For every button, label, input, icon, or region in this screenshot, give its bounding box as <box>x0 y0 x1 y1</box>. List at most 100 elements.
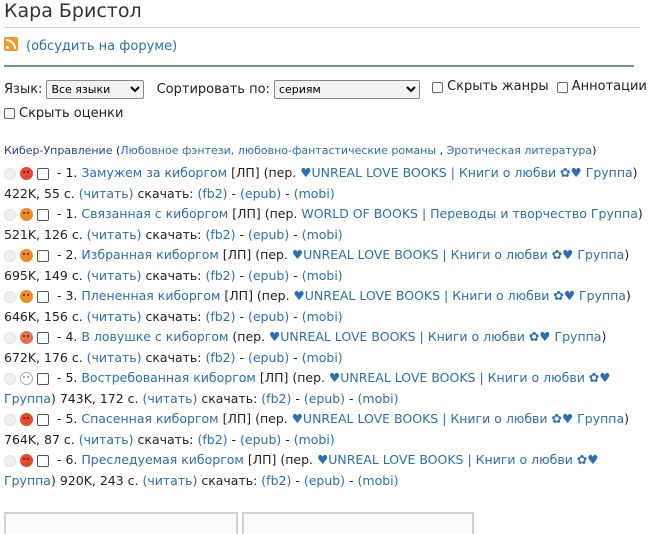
book-select-checkbox[interactable] <box>37 290 49 303</box>
read-link[interactable]: (читать) <box>143 473 198 488</box>
read-link[interactable]: (читать) <box>79 186 134 201</box>
fb2-link[interactable]: (fb2) <box>205 309 235 324</box>
mobi-link[interactable]: (mobi) <box>302 268 343 283</box>
read-link[interactable]: (читать) <box>79 432 134 447</box>
book-select-checkbox[interactable] <box>37 331 49 344</box>
epub-link[interactable]: (epub) <box>240 186 281 201</box>
download-label: скачать: <box>133 185 198 201</box>
bottom-panel-left <box>4 512 238 534</box>
rating-face-icon[interactable] <box>20 331 33 344</box>
mobi-link[interactable]: (mobi) <box>294 432 335 447</box>
language-label: Язык: <box>4 81 43 97</box>
rating-face-icon[interactable] <box>20 208 33 221</box>
language-select[interactable]: Все языки <box>46 80 145 99</box>
epub-link[interactable]: (epub) <box>304 473 345 488</box>
epub-link[interactable]: (epub) <box>248 309 289 324</box>
fb2-link[interactable]: (fb2) <box>261 391 291 406</box>
epub-link[interactable]: (epub) <box>248 268 289 283</box>
format-separator: - <box>289 226 302 242</box>
rating-face-icon[interactable] <box>20 454 33 467</box>
read-link[interactable]: (читать) <box>87 268 142 283</box>
book-select-checkbox[interactable] <box>37 454 49 467</box>
fb2-link[interactable]: (fb2) <box>261 473 291 488</box>
like-icon[interactable] <box>4 290 16 303</box>
mobi-link[interactable]: (mobi) <box>294 186 335 201</box>
epub-link[interactable]: (epub) <box>248 350 289 365</box>
mobi-link[interactable]: (mobi) <box>358 391 399 406</box>
genre-link-erotic[interactable]: Эротическая литература <box>447 144 592 157</box>
book-select-checkbox[interactable] <box>37 413 49 426</box>
rating-face-icon[interactable] <box>20 413 33 426</box>
translator-link[interactable]: WORLD OF BOOKS | Переводы и творчество Г… <box>301 206 638 221</box>
forum-discuss-link[interactable]: (обсудить на форуме) <box>26 39 177 54</box>
book-title-link[interactable]: В ловушке с киборгом <box>81 329 228 344</box>
book-select-checkbox[interactable] <box>37 208 49 221</box>
book-size: 422K, 55 с. <box>4 185 79 201</box>
like-icon[interactable] <box>4 331 16 344</box>
book-title-link[interactable]: Плененная киборгом <box>81 288 220 303</box>
like-icon[interactable] <box>4 208 16 221</box>
series-name-link[interactable]: Кибер-Управление <box>4 144 112 157</box>
book-title-link[interactable]: Спасенная киборгом <box>81 411 218 426</box>
epub-link[interactable]: (epub) <box>248 227 289 242</box>
translator-close: ) <box>624 247 630 262</box>
translator-link[interactable]: ♥UNREAL LOVE BOOKS | Книги о любви ✿♥ Гр… <box>269 329 601 344</box>
rating-face-icon[interactable] <box>20 249 33 262</box>
translator-link[interactable]: ♥UNREAL LOVE BOOKS | Книги о любви ✿♥ Гр… <box>294 288 626 303</box>
book-title-link[interactable]: Востребованная киборгом <box>81 370 256 385</box>
mobi-link[interactable]: (mobi) <box>302 309 343 324</box>
translator-link[interactable]: ♥UNREAL LOVE BOOKS | Книги о любви ✿♥ Гр… <box>300 165 632 180</box>
like-icon[interactable] <box>4 454 16 467</box>
like-icon[interactable] <box>4 167 16 180</box>
like-icon[interactable] <box>4 413 16 426</box>
fb2-link[interactable]: (fb2) <box>198 432 228 447</box>
book-size: 646K, 156 с. <box>4 308 87 324</box>
book-title-link[interactable]: Преследуемая киборгом <box>81 452 244 467</box>
format-separator: - <box>289 308 302 324</box>
like-icon[interactable] <box>4 372 16 385</box>
hide-genres-label[interactable]: Скрыть жанры <box>447 75 549 99</box>
annotations-checkbox[interactable] <box>556 81 568 93</box>
book-title-link[interactable]: Замужем за киборгом <box>81 165 227 180</box>
translator-link[interactable]: ♥UNREAL LOVE BOOKS | Книги о любви ✿♥ Гр… <box>292 247 624 262</box>
book-size: 521K, 126 с. <box>4 226 87 242</box>
mobi-link[interactable]: (mobi) <box>302 350 343 365</box>
read-link[interactable]: (читать) <box>143 391 198 406</box>
book-select-checkbox[interactable] <box>37 249 49 262</box>
read-link[interactable]: (читать) <box>87 309 142 324</box>
book-tag: [ЛП] (пер. <box>255 370 329 385</box>
book-number: - 2. <box>53 247 82 262</box>
rss-icon[interactable] <box>4 37 18 51</box>
epub-link[interactable]: (epub) <box>304 391 345 406</box>
book-select-checkbox[interactable] <box>37 167 49 180</box>
fb2-link[interactable]: (fb2) <box>205 268 235 283</box>
fb2-link[interactable]: (fb2) <box>198 186 228 201</box>
download-label: скачать: <box>197 390 262 406</box>
series-header: Кибер-Управление (Любовное фэнтези, любо… <box>4 143 660 159</box>
hide-ratings-checkbox[interactable] <box>4 108 15 119</box>
book-entry: - 5. Спасенная киборгом [ЛП] (пер. ♥UNRE… <box>4 409 654 450</box>
fb2-link[interactable]: (fb2) <box>205 350 235 365</box>
hide-ratings-label[interactable]: Скрыть оценки <box>19 102 123 126</box>
read-link[interactable]: (читать) <box>87 350 142 365</box>
like-icon[interactable] <box>4 249 16 262</box>
book-title-link[interactable]: Связанная с киборгом <box>81 206 228 221</box>
rating-face-icon[interactable] <box>20 372 33 385</box>
hide-genres-checkbox[interactable] <box>432 81 444 93</box>
sort-label: Сортировать по: <box>156 81 270 97</box>
rating-face-icon[interactable] <box>20 167 33 180</box>
book-select-checkbox[interactable] <box>37 372 49 385</box>
format-separator: - <box>227 185 241 201</box>
book-tag: [ЛП] (пер. <box>228 206 302 221</box>
annotations-label[interactable]: Аннотации <box>572 75 647 99</box>
book-title-link[interactable]: Избранная киборгом <box>81 247 218 262</box>
translator-link[interactable]: ♥UNREAL LOVE BOOKS | Книги о любви ✿♥ Гр… <box>292 411 624 426</box>
mobi-link[interactable]: (mobi) <box>302 227 343 242</box>
genre-link-romance-fantasy[interactable]: Любовное фэнтези, любовно-фантастические… <box>120 144 436 157</box>
rating-face-icon[interactable] <box>20 290 33 303</box>
epub-link[interactable]: (epub) <box>240 432 281 447</box>
fb2-link[interactable]: (fb2) <box>205 227 235 242</box>
sort-select[interactable]: сериям <box>273 80 420 99</box>
read-link[interactable]: (читать) <box>87 227 142 242</box>
mobi-link[interactable]: (mobi) <box>358 473 399 488</box>
